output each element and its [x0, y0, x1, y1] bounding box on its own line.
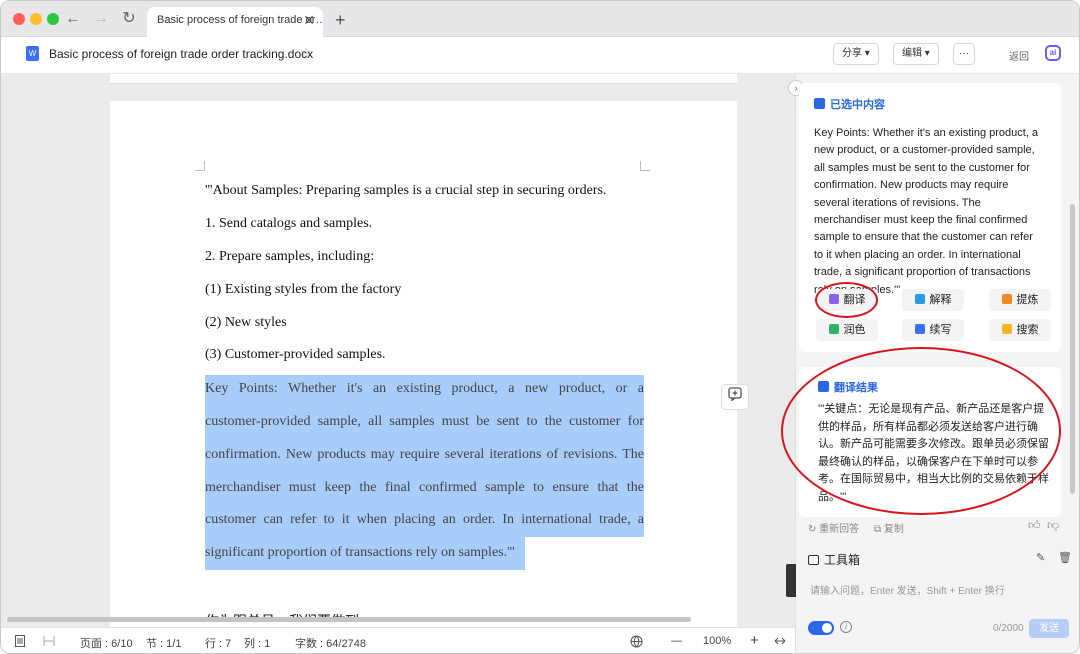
selected-line[interactable]: customer-provided sample, all samples mu… — [205, 414, 644, 430]
selected-line[interactable]: Key Points: Whether it's an existing pro… — [205, 381, 644, 397]
selected-line[interactable]: confirmation. New products may require s… — [205, 447, 644, 463]
search-button[interactable]: 搜索 — [989, 319, 1051, 341]
edit-button[interactable]: 编辑 ▾ — [893, 43, 939, 65]
regenerate-button[interactable]: ↻ 重新回答 — [808, 520, 859, 535]
ai-assistant-icon[interactable]: ai — [1045, 45, 1061, 61]
toolbox-header[interactable]: 工具箱 — [808, 551, 860, 568]
explain-icon — [914, 294, 925, 304]
share-button[interactable]: 分享 ▾ — [833, 43, 879, 65]
polish-button[interactable]: 润色 — [816, 319, 878, 341]
doc-paragraph[interactable]: (2) New styles — [205, 315, 287, 331]
status-bar: 页面 : 6/10 节 : 1/1 行 : 7 列 : 1 字数 : 64/27… — [1, 627, 795, 653]
tab-close-icon[interactable]: ✕ — [303, 12, 315, 29]
app-window: ← → ↻ Basic process of foreign trade or…… — [0, 0, 1080, 654]
more-button[interactable]: ··· — [953, 43, 975, 65]
back-arrow-icon[interactable]: ← — [63, 9, 83, 29]
edit-icon[interactable]: ✎ — [1036, 551, 1045, 564]
toolbox-icon — [808, 555, 819, 565]
margin-corner — [640, 161, 650, 171]
doc-paragraph[interactable]: 2. Prepare samples, including: — [205, 249, 374, 265]
zoom-in-button[interactable]: + — [750, 632, 759, 649]
doc-paragraph[interactable]: (1) Existing styles from the factory — [205, 282, 401, 298]
annotation-circle — [781, 347, 1061, 515]
thumbs-up-icon[interactable]: 👍︎ — [1028, 518, 1041, 533]
question-input[interactable]: 请输入问题，Enter 发送，Shift + Enter 换行 — [810, 582, 1005, 597]
margin-corner — [195, 161, 205, 171]
row-counter: 行 : 7 — [205, 638, 232, 650]
ai-sidebar: › 已选中内容 Key Points: Whether it's an exis… — [781, 74, 1079, 653]
annotation-circle — [815, 282, 878, 318]
back-button[interactable]: 返回 — [1009, 48, 1029, 63]
minimize-window-button[interactable] — [30, 13, 42, 25]
explain-button[interactable]: 解释 — [902, 289, 964, 311]
word-doc-icon: W — [26, 46, 39, 61]
copy-button[interactable]: ⧉ 复制 — [874, 520, 904, 535]
fit-width-icon[interactable] — [774, 635, 786, 650]
selected-content-title: 已选中内容 — [814, 96, 885, 112]
info-icon[interactable]: i — [840, 621, 852, 633]
selected-content-card: 已选中内容 Key Points: Whether it's an existi… — [799, 83, 1061, 352]
document-page[interactable]: '''About Samples: Preparing samples is a… — [110, 101, 737, 627]
tab-title: Basic process of foreign trade or… — [157, 14, 323, 26]
send-button[interactable]: 发送 — [1029, 619, 1069, 638]
outline-icon[interactable] — [15, 635, 25, 650]
star-icon[interactable]: ☆ — [300, 45, 312, 61]
doc-paragraph[interactable]: (3) Customer-provided samples. — [205, 347, 386, 363]
document-title[interactable]: Basic process of foreign trade order tra… — [49, 47, 313, 61]
selected-line[interactable]: merchandiser must keep the final confirm… — [205, 480, 644, 496]
search-icon — [1001, 324, 1012, 334]
mode-toggle[interactable] — [808, 621, 834, 635]
reload-icon[interactable]: ↻ — [119, 9, 139, 29]
selection-icon — [814, 98, 825, 109]
trash-icon[interactable]: 🗑︎ — [1058, 551, 1072, 564]
section-counter: 节 : 1/1 — [146, 638, 182, 650]
continue-writing-button[interactable]: 续写 — [902, 319, 964, 341]
new-tab-button[interactable]: + — [335, 10, 346, 31]
globe-icon[interactable] — [630, 635, 643, 651]
sidebar-drag-handle[interactable] — [786, 564, 796, 597]
zoom-out-button[interactable]: — — [671, 635, 682, 647]
polish-icon — [828, 324, 839, 334]
char-count: 0/2000 — [993, 623, 1024, 634]
word-counter: 字数 : 64/2748 — [295, 638, 366, 650]
page-break-icon[interactable] — [43, 635, 55, 650]
doc-paragraph[interactable]: '''About Samples: Preparing samples is a… — [205, 183, 606, 199]
page-counter: 页面 : 6/10 — [80, 638, 133, 650]
refine-button[interactable]: 提炼 — [989, 289, 1051, 311]
refine-icon — [1001, 294, 1012, 304]
forward-arrow-icon[interactable]: → — [91, 9, 111, 29]
selected-line[interactable]: customer can refer to it when placing an… — [205, 512, 644, 528]
selected-content-text: Key Points: Whether it's an existing pro… — [814, 127, 1039, 296]
zoom-level[interactable]: 100% — [703, 635, 731, 647]
browser-tab-bar: ← → ↻ Basic process of foreign trade or…… — [1, 1, 1079, 37]
column-counter: 列 : 1 — [244, 638, 271, 650]
add-comment-icon[interactable] — [721, 384, 749, 410]
doc-paragraph[interactable]: 1. Send catalogs and samples. — [205, 216, 372, 232]
close-window-button[interactable] — [13, 13, 25, 25]
continue-writing-icon — [914, 324, 925, 334]
selected-line[interactable]: significant proportion of transactions r… — [205, 545, 515, 561]
previous-page-edge — [110, 74, 737, 84]
browser-tab[interactable]: Basic process of foreign trade or… ✕ — [147, 7, 323, 37]
sidebar-scrollbar[interactable] — [1070, 204, 1075, 494]
document-toolbar: W Basic process of foreign trade order t… — [1, 37, 1079, 74]
thumbs-down-icon[interactable]: 👎︎ — [1047, 518, 1059, 533]
maximize-window-button[interactable] — [47, 13, 59, 25]
document-canvas[interactable]: '''About Samples: Preparing samples is a… — [1, 74, 795, 627]
horizontal-scrollbar[interactable] — [7, 617, 691, 622]
